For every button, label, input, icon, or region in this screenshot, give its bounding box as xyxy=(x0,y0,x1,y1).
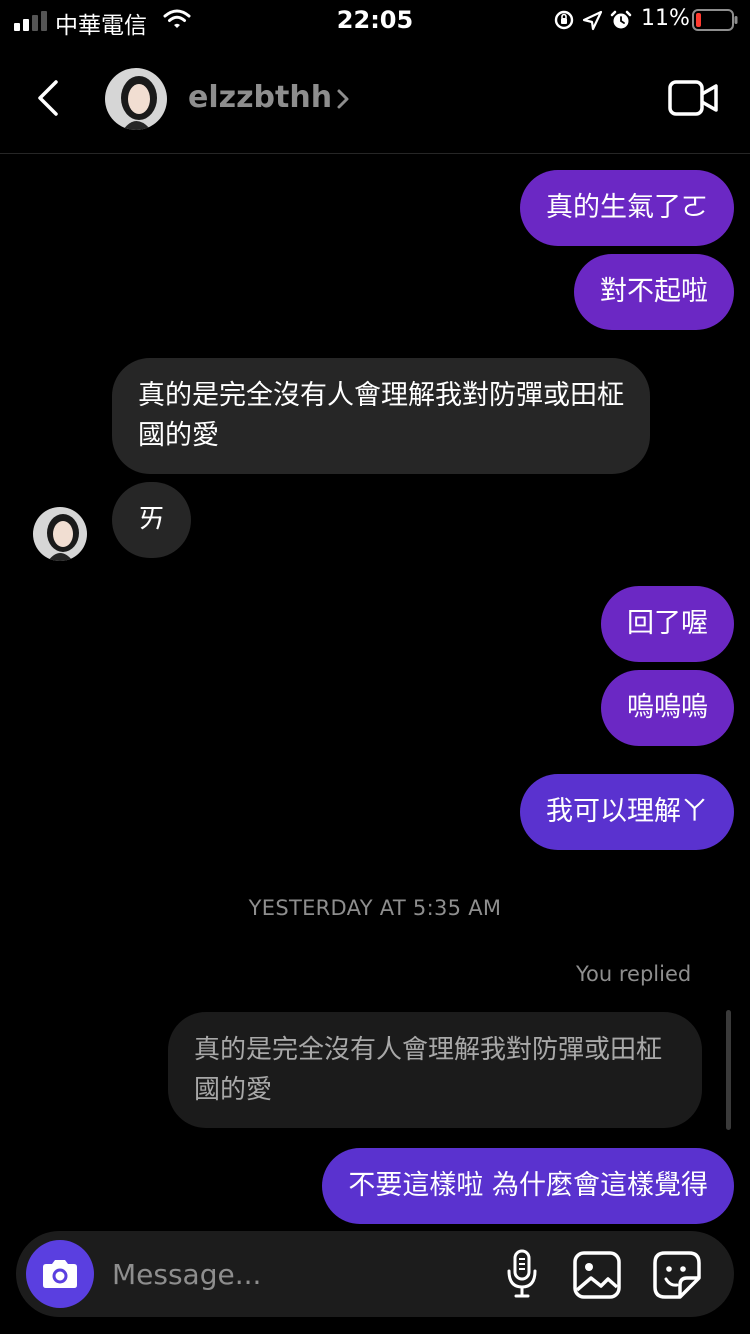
orientation-lock-icon xyxy=(554,10,574,30)
message-text: 真的是完全沒有人會理解我對防彈或田柾國的愛 xyxy=(138,380,624,451)
battery-icon xyxy=(692,9,738,31)
reply-label: You replied xyxy=(576,962,692,986)
message-timestamp: YESTERDAY AT 5:35 AM xyxy=(248,896,502,920)
status-bar: 中華電信 22:05 11% xyxy=(0,0,750,44)
status-time: 22:05 xyxy=(336,6,414,34)
camera-button[interactable] xyxy=(26,1240,94,1308)
message-bubble-sent[interactable]: 真的生氣了ㄛ xyxy=(520,170,734,246)
battery-percent: 11% xyxy=(641,6,690,31)
quoted-message[interactable]: 真的是完全沒有人會理解我對防彈或田柾國的愛 xyxy=(168,1012,702,1128)
location-icon xyxy=(582,10,603,31)
camera-icon xyxy=(43,1260,77,1288)
status-icons xyxy=(554,10,632,31)
message-bubble-sent[interactable]: 不要這樣啦 為什麼會這樣覺得 xyxy=(322,1148,734,1224)
chat-header: elzzbthh xyxy=(0,44,750,154)
message-bubble-sent[interactable]: 對不起啦 xyxy=(574,254,734,330)
reply-indicator xyxy=(726,1010,731,1130)
microphone-icon[interactable] xyxy=(504,1249,540,1299)
sender-avatar[interactable] xyxy=(33,507,87,561)
message-bubble-sent[interactable]: 嗚嗚嗚 xyxy=(601,670,734,746)
contact-username[interactable]: elzzbthh xyxy=(188,80,332,115)
message-composer xyxy=(16,1231,734,1317)
chevron-right-icon[interactable] xyxy=(334,86,352,112)
back-icon[interactable] xyxy=(30,78,66,118)
message-bubble-sent[interactable]: 回了喔 xyxy=(601,586,734,662)
video-call-icon[interactable] xyxy=(668,78,720,118)
avatar[interactable] xyxy=(105,68,167,130)
photo-icon[interactable] xyxy=(572,1250,622,1300)
message-bubble-received[interactable]: ㄞ xyxy=(112,482,191,558)
quoted-text: 真的是完全沒有人會理解我對防彈或田柾國的愛 xyxy=(194,1035,663,1105)
sticker-icon[interactable] xyxy=(652,1250,702,1300)
alarm-icon xyxy=(610,10,632,29)
message-input[interactable] xyxy=(112,1253,482,1295)
message-bubble-received[interactable]: 真的是完全沒有人會理解我對防彈或田柾國的愛 xyxy=(112,358,650,474)
message-bubble-sent[interactable]: 我可以理解ㄚ xyxy=(520,774,734,850)
